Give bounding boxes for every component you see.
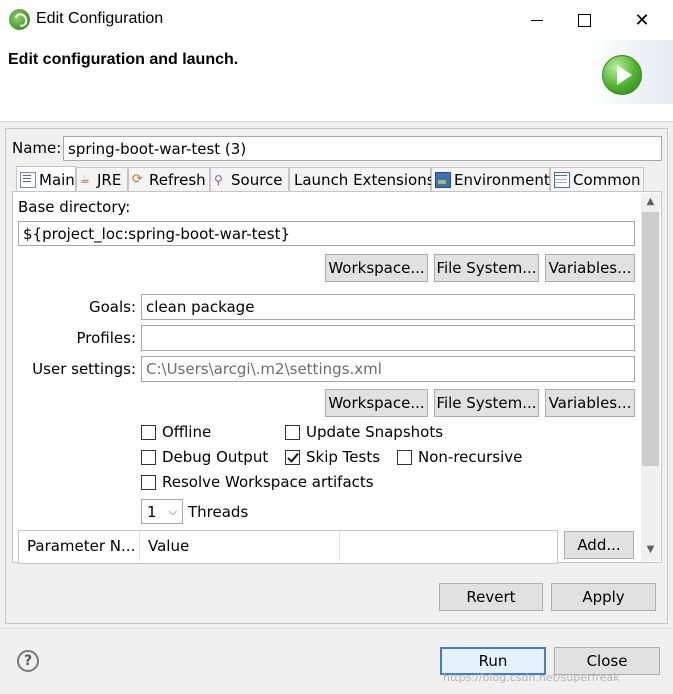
column-header-parameter-name[interactable]: Parameter N... bbox=[19, 530, 140, 561]
update-snapshots-checkbox[interactable]: Update Snapshots bbox=[285, 423, 443, 441]
scrollbar-thumb[interactable] bbox=[642, 212, 659, 466]
tab-launch-extensions[interactable]: Launch Extensions bbox=[289, 167, 435, 192]
scroll-down-icon[interactable]: ▼ bbox=[641, 541, 660, 559]
name-label: Name: bbox=[12, 139, 62, 157]
tab-label: Source bbox=[231, 171, 283, 189]
checkbox-box-checked[interactable] bbox=[285, 449, 300, 465]
checkbox-label: Resolve Workspace artifacts bbox=[162, 473, 374, 491]
debug-output-checkbox[interactable]: Debug Output bbox=[141, 448, 268, 466]
help-icon[interactable]: ? bbox=[17, 650, 39, 672]
goals-label: Goals: bbox=[88, 298, 136, 316]
tab-label: Launch Extensions bbox=[294, 171, 435, 189]
common-icon bbox=[554, 172, 570, 188]
tab-source[interactable]: ⚲ Source bbox=[210, 167, 289, 192]
tab-jre[interactable]: ☕ JRE bbox=[76, 167, 128, 192]
spring-app-icon bbox=[9, 9, 30, 30]
tab-label: Main bbox=[39, 171, 75, 189]
main-tab-icon bbox=[20, 172, 36, 188]
offline-checkbox[interactable]: Offline bbox=[141, 423, 211, 441]
refresh-icon: ⟳ bbox=[132, 172, 143, 187]
tab-main[interactable]: Main bbox=[16, 166, 76, 193]
user-settings-label: User settings: bbox=[32, 360, 136, 378]
header-title: Edit configuration and launch. bbox=[8, 51, 239, 68]
profiles-input[interactable] bbox=[141, 325, 635, 351]
checkbox-box[interactable] bbox=[285, 424, 300, 440]
chevron-down-icon: ⌵ bbox=[168, 504, 177, 518]
checkbox-label: Debug Output bbox=[162, 448, 269, 466]
checkbox-box[interactable] bbox=[397, 449, 412, 465]
tab-common[interactable]: Common bbox=[550, 167, 644, 192]
base-directory-label: Base directory: bbox=[18, 198, 131, 216]
column-header-value[interactable]: Value bbox=[140, 530, 340, 561]
threads-select[interactable]: 1 ⌵ bbox=[141, 499, 183, 524]
tab-label: Refresh bbox=[149, 171, 206, 189]
skip-tests-checkbox[interactable]: Skip Tests bbox=[285, 448, 380, 466]
maximize-button[interactable] bbox=[561, 0, 607, 40]
maximize-icon bbox=[577, 13, 591, 27]
tab-environment[interactable]: Environment bbox=[431, 167, 550, 192]
apply-button[interactable]: Apply bbox=[551, 583, 656, 611]
tab-label: JRE bbox=[97, 171, 122, 189]
window-title: Edit Configuration bbox=[36, 10, 164, 27]
threads-label: Threads bbox=[188, 503, 249, 521]
name-input[interactable] bbox=[63, 136, 662, 161]
jre-icon: ☕ bbox=[80, 173, 90, 186]
checkbox-box[interactable] bbox=[141, 449, 156, 465]
checkbox-label: Update Snapshots bbox=[306, 423, 444, 441]
basedir-workspace-button[interactable]: Workspace... bbox=[325, 254, 428, 282]
user-settings-input[interactable] bbox=[141, 356, 635, 382]
basedir-variables-button[interactable]: Variables... bbox=[545, 254, 635, 282]
scroll-up-icon[interactable]: ▲ bbox=[641, 193, 660, 211]
run-launch-icon bbox=[602, 55, 642, 95]
checkbox-label: Skip Tests bbox=[306, 448, 381, 466]
non-recursive-checkbox[interactable]: Non-recursive bbox=[397, 448, 522, 466]
tab-refresh[interactable]: ⟳ Refresh bbox=[128, 167, 210, 192]
separator bbox=[0, 628, 673, 629]
checkbox-label: Offline bbox=[162, 423, 212, 441]
checkbox-label: Non-recursive bbox=[418, 448, 523, 466]
add-parameter-button[interactable]: Add... bbox=[564, 531, 634, 559]
minimize-button[interactable] bbox=[514, 0, 560, 40]
revert-button[interactable]: Revert bbox=[439, 583, 543, 611]
settings-variables-button[interactable]: Variables... bbox=[545, 389, 635, 417]
profiles-label: Profiles: bbox=[76, 329, 136, 347]
close-icon: ✕ bbox=[634, 9, 650, 31]
tab-label: Common bbox=[573, 171, 641, 189]
checkbox-box[interactable] bbox=[141, 424, 156, 440]
watermark: https://blog.csdn.net/superfreak bbox=[443, 671, 620, 684]
goals-input[interactable] bbox=[141, 294, 635, 320]
environment-icon bbox=[435, 172, 451, 188]
basedir-file-system-button[interactable]: File System... bbox=[434, 254, 539, 282]
close-window-button[interactable]: ✕ bbox=[619, 0, 665, 40]
threads-value: 1 bbox=[147, 502, 157, 521]
settings-file-system-button[interactable]: File System... bbox=[434, 389, 539, 417]
tab-label: Environment bbox=[454, 171, 550, 189]
source-icon: ⚲ bbox=[214, 173, 223, 187]
minimize-icon bbox=[531, 19, 543, 21]
resolve-workspace-checkbox[interactable]: Resolve Workspace artifacts bbox=[141, 473, 374, 491]
checkbox-box[interactable] bbox=[141, 474, 156, 490]
base-directory-input[interactable] bbox=[18, 221, 635, 246]
settings-workspace-button[interactable]: Workspace... bbox=[325, 389, 428, 417]
